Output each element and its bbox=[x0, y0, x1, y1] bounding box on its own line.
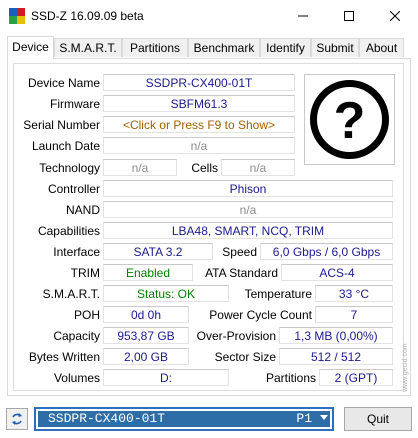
unknown-device-icon: ? bbox=[310, 80, 389, 159]
interface-label: Interface bbox=[53, 245, 100, 259]
poh-label: POH bbox=[73, 308, 100, 322]
window-title: SSD-Z 16.09.09 beta bbox=[31, 9, 144, 23]
tab-identify[interactable]: Identify bbox=[260, 38, 311, 57]
refresh-button[interactable] bbox=[6, 408, 28, 430]
tab-partitions[interactable]: Partitions bbox=[122, 38, 188, 57]
over-provision-value: 1,3 MB (0,00%) bbox=[279, 327, 393, 344]
capabilities-label: Capabilities bbox=[37, 224, 100, 238]
smart-status-value: Status: OK bbox=[103, 285, 229, 302]
serial-number-label: Serial Number bbox=[23, 118, 100, 132]
chevron-down-icon[interactable] bbox=[320, 415, 328, 420]
logo-glyph: ? bbox=[334, 92, 366, 150]
trim-value: Enabled bbox=[103, 264, 193, 281]
bytes-written-value: 2,00 GB bbox=[103, 348, 189, 365]
refresh-icon bbox=[12, 413, 22, 425]
bytes-written-label: Bytes Written bbox=[28, 350, 100, 364]
firmware-value: SBFM61.3 bbox=[103, 95, 295, 112]
power-cycle-count-label: Power Cycle Count bbox=[209, 308, 312, 322]
device-name-label: Device Name bbox=[27, 76, 100, 90]
maximize-button[interactable] bbox=[326, 0, 372, 32]
close-icon bbox=[390, 11, 400, 21]
app-icon bbox=[9, 8, 25, 24]
poh-value: 0d 0h bbox=[103, 306, 189, 323]
partitions-label: Partitions bbox=[265, 371, 316, 385]
quit-button[interactable]: Quit bbox=[344, 407, 412, 431]
serial-number-value[interactable]: <Click or Press F9 to Show> bbox=[103, 116, 295, 133]
tab-about[interactable]: About bbox=[359, 38, 404, 57]
title-bar[interactable]: SSD-Z 16.09.09 beta bbox=[0, 0, 418, 32]
watermark: www.gecid.com bbox=[402, 343, 409, 392]
tab-benchmark[interactable]: Benchmark bbox=[188, 38, 260, 57]
launch-date-label: Launch Date bbox=[31, 139, 100, 153]
capacity-value: 953,87 GB bbox=[103, 327, 189, 344]
controller-value: Phison bbox=[103, 180, 393, 197]
controller-label: Controller bbox=[47, 182, 100, 196]
close-button[interactable] bbox=[372, 0, 418, 32]
ata-standard-label: ATA Standard bbox=[205, 266, 278, 280]
device-name-value: SSDPR-CX400-01T bbox=[103, 74, 295, 91]
tab-device[interactable]: Device bbox=[7, 36, 54, 59]
tab-submit[interactable]: Submit bbox=[311, 38, 359, 57]
technology-value: n/a bbox=[103, 159, 177, 176]
cells-value: n/a bbox=[221, 159, 295, 176]
launch-date-value: n/a bbox=[103, 137, 295, 154]
minimize-button[interactable] bbox=[280, 0, 326, 32]
partitions-value: 2 (GPT) bbox=[319, 369, 393, 386]
device-image: ? bbox=[304, 74, 395, 165]
technology-label: Technology bbox=[39, 161, 100, 175]
capabilities-value: LBA48, SMART, NCQ, TRIM bbox=[103, 222, 393, 239]
volumes-value: D: bbox=[103, 369, 229, 386]
speed-label: Speed bbox=[222, 245, 257, 259]
power-cycle-count-value: 7 bbox=[315, 306, 393, 323]
smart-label: S.M.A.R.T. bbox=[42, 287, 100, 301]
sector-size-value: 512 / 512 bbox=[279, 348, 393, 365]
temperature-value: 33 °C bbox=[315, 285, 393, 302]
drive-selector-highlight: SSDPR-CX400-01T P1 bbox=[38, 411, 330, 427]
volumes-label: Volumes bbox=[53, 371, 100, 385]
maximize-icon bbox=[344, 11, 354, 21]
drive-selector[interactable]: SSDPR-CX400-01T P1 bbox=[34, 407, 334, 431]
drive-badge: P1 bbox=[296, 411, 312, 426]
minimize-icon bbox=[298, 15, 308, 17]
firmware-label: Firmware bbox=[50, 97, 100, 111]
nand-value: n/a bbox=[103, 201, 393, 218]
sector-size-label: Sector Size bbox=[214, 350, 276, 364]
capacity-label: Capacity bbox=[53, 329, 100, 343]
nand-label: NAND bbox=[65, 203, 100, 217]
ata-standard-value: ACS-4 bbox=[281, 264, 393, 281]
speed-value: 6,0 Gbps / 6,0 Gbps bbox=[260, 243, 393, 260]
cells-label: Cells bbox=[191, 161, 218, 175]
temperature-label: Temperature bbox=[244, 287, 312, 301]
trim-label: TRIM bbox=[70, 266, 100, 280]
selected-drive-text: SSDPR-CX400-01T bbox=[48, 411, 166, 426]
interface-value: SATA 3.2 bbox=[103, 243, 213, 260]
tab-smart[interactable]: S.M.A.R.T. bbox=[54, 38, 122, 57]
over-provision-label: Over-Provision bbox=[196, 329, 276, 343]
